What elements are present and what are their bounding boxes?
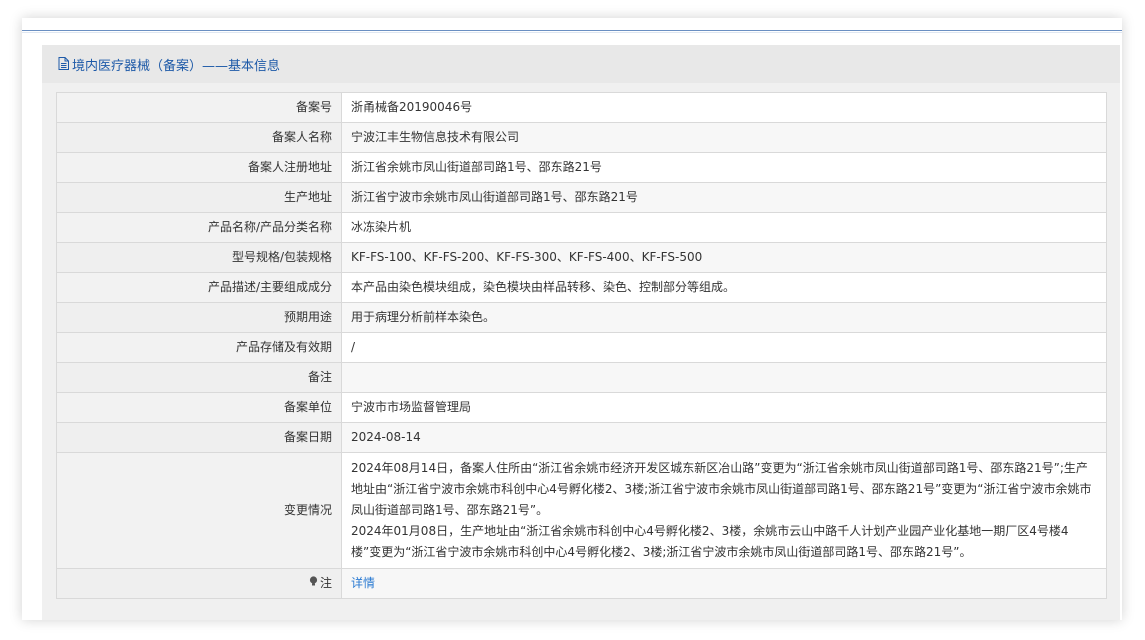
note-row: 注 详情	[56, 568, 1107, 599]
table-row: 备案人名称 宁波江丰生物信息技术有限公司	[56, 122, 1107, 153]
table-row: 型号规格/包装规格 KF-FS-100、KF-FS-200、KF-FS-300、…	[56, 242, 1107, 273]
table-row: 产品存储及有效期 /	[56, 332, 1107, 363]
row-value: KF-FS-100、KF-FS-200、KF-FS-300、KF-FS-400、…	[341, 242, 1107, 273]
row-value: 浙甬械备20190046号	[341, 92, 1107, 123]
row-label: 产品描述/主要组成成分	[56, 272, 342, 303]
row-label: 备案人注册地址	[56, 152, 342, 183]
row-label: 备案单位	[56, 392, 342, 423]
change-paragraph: 2024年08月14日，备案人住所由“浙江省余姚市经济开发区城东新区冶山路”变更…	[351, 461, 1092, 517]
table-row: 备注	[56, 362, 1107, 393]
change-row: 变更情况 2024年08月14日，备案人住所由“浙江省余姚市经济开发区城东新区冶…	[56, 452, 1107, 569]
section-header: 境内医疗器械（备案）——基本信息	[42, 45, 1120, 83]
row-value: /	[341, 332, 1107, 363]
table-row: 产品描述/主要组成成分 本产品由染色模块组成，染色模块由样品转移、染色、控制部分…	[56, 272, 1107, 303]
row-label: 型号规格/包装规格	[56, 242, 342, 273]
change-paragraph: 2024年01月08日，生产地址由“浙江省余姚市科创中心4号孵化楼2、3楼，余姚…	[351, 524, 1069, 559]
row-label: 备注	[56, 362, 342, 393]
table-row: 生产地址 浙江省宁波市余姚市凤山街道部司路1号、邵东路21号	[56, 182, 1107, 213]
bulb-icon	[309, 573, 318, 594]
note-value: 详情	[341, 568, 1107, 599]
row-value: 本产品由染色模块组成，染色模块由样品转移、染色、控制部分等组成。	[341, 272, 1107, 303]
table-row: 预期用途 用于病理分析前样本染色。	[56, 302, 1107, 333]
row-label: 备案日期	[56, 422, 342, 453]
row-label: 备案号	[56, 92, 342, 123]
top-divider	[22, 30, 1122, 31]
table-row: 备案日期 2024-08-14	[56, 422, 1107, 453]
row-label: 备案人名称	[56, 122, 342, 153]
top-divider-light	[22, 32, 1122, 33]
table-row: 备案人注册地址 浙江省余姚市凤山街道部司路1号、邵东路21号	[56, 152, 1107, 183]
change-value: 2024年08月14日，备案人住所由“浙江省余姚市经济开发区城东新区冶山路”变更…	[341, 452, 1107, 569]
change-label: 变更情况	[56, 452, 342, 569]
row-value: 浙江省宁波市余姚市凤山街道部司路1号、邵东路21号	[341, 182, 1107, 213]
row-value: 浙江省余姚市凤山街道部司路1号、邵东路21号	[341, 152, 1107, 183]
detail-link[interactable]: 详情	[351, 576, 375, 590]
row-value: 宁波江丰生物信息技术有限公司	[341, 122, 1107, 153]
note-label-cell: 注	[56, 568, 342, 599]
table-row: 产品名称/产品分类名称 冰冻染片机	[56, 212, 1107, 243]
row-label: 预期用途	[56, 302, 342, 333]
row-label: 产品名称/产品分类名称	[56, 212, 342, 243]
document-icon	[58, 57, 70, 71]
row-value: 用于病理分析前样本染色。	[341, 302, 1107, 333]
row-value	[341, 362, 1107, 393]
table-row: 备案号 浙甬械备20190046号	[56, 92, 1107, 123]
table-row: 备案单位 宁波市市场监督管理局	[56, 392, 1107, 423]
info-table: 备案号 浙甬械备20190046号 备案人名称 宁波江丰生物信息技术有限公司 备…	[56, 92, 1107, 599]
row-label: 产品存储及有效期	[56, 332, 342, 363]
row-value: 2024-08-14	[341, 422, 1107, 453]
section-title: 境内医疗器械（备案）——基本信息	[72, 58, 281, 74]
row-label: 生产地址	[56, 182, 342, 213]
row-value: 冰冻染片机	[341, 212, 1107, 243]
note-label: 注	[319, 576, 332, 590]
row-value: 宁波市市场监督管理局	[341, 392, 1107, 423]
